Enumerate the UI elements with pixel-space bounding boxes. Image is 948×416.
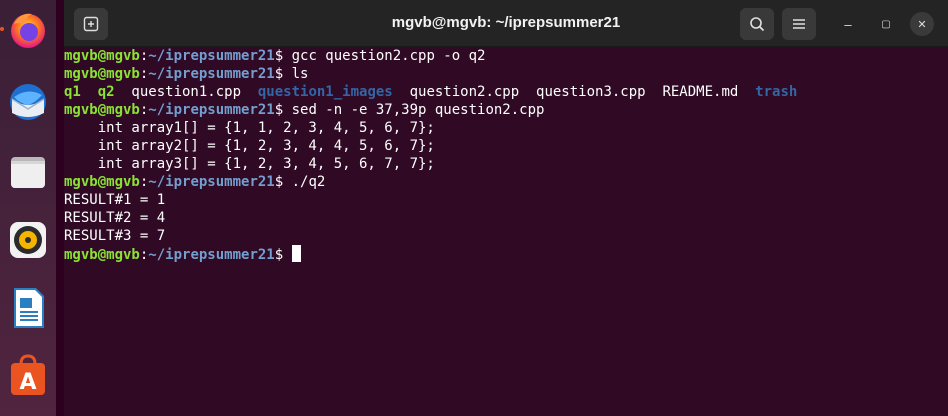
dock-item-software-center[interactable]: A xyxy=(6,354,50,398)
terminal-line: mgvb@mgvb:~/iprepsummer21$ xyxy=(64,245,948,263)
svg-text:A: A xyxy=(19,370,36,395)
libreoffice-writer-icon xyxy=(14,288,44,328)
dock-item-thunderbird[interactable] xyxy=(6,80,50,124)
output-text: RESULT#1 = 1 xyxy=(64,192,166,208)
prompt-path: ~/iprepsummer21 xyxy=(148,174,275,190)
minimize-icon: – xyxy=(844,16,852,32)
ls-file: question2.cpp question3.cpp README.md xyxy=(392,84,756,100)
prompt-user: mgvb@mgvb xyxy=(64,48,140,64)
prompt-path: ~/iprepsummer21 xyxy=(148,66,275,82)
prompt-symbol: $ xyxy=(274,174,292,190)
title-bar: mgvb@mgvb: ~/iprepsummer21 – ▢ ✕ xyxy=(64,0,948,47)
terminal-line: int array3[] = {1, 2, 3, 4, 5, 6, 7, 7}; xyxy=(64,155,948,173)
terminal-line: RESULT#3 = 7 xyxy=(64,227,948,245)
files-icon xyxy=(11,157,45,188)
search-button[interactable] xyxy=(740,8,774,40)
prompt-symbol: $ xyxy=(274,102,292,118)
output-text: int array3[] = {1, 2, 3, 4, 5, 6, 7, 7}; xyxy=(64,156,435,172)
output-text: RESULT#2 = 4 xyxy=(64,210,166,226)
thunderbird-icon xyxy=(10,84,46,120)
rhythmbox-icon xyxy=(10,222,46,258)
prompt-path: ~/iprepsummer21 xyxy=(148,247,275,263)
prompt-user: mgvb@mgvb xyxy=(64,66,140,82)
command-text: ./q2 xyxy=(291,174,326,190)
ls-file: question1.cpp xyxy=(114,84,258,100)
ls-file xyxy=(81,84,98,100)
output-text: RESULT#3 = 7 xyxy=(64,228,166,244)
dock-item-files[interactable] xyxy=(6,150,50,194)
prompt-symbol: $ xyxy=(274,48,292,64)
command-text: ls xyxy=(291,66,309,82)
terminal-line: RESULT#1 = 1 xyxy=(64,191,948,209)
terminal-line: mgvb@mgvb:~/iprepsummer21$ ./q2 xyxy=(64,173,948,191)
output-text: int array1[] = {1, 1, 2, 3, 4, 5, 6, 7}; xyxy=(64,120,435,136)
dock-item-libreoffice-writer[interactable] xyxy=(6,286,50,330)
ls-executable: q2 xyxy=(97,84,115,100)
prompt-user: mgvb@mgvb xyxy=(64,102,140,118)
menu-button[interactable] xyxy=(782,8,816,40)
firefox-icon xyxy=(11,13,45,48)
search-icon xyxy=(750,17,765,32)
terminal-line: RESULT#2 = 4 xyxy=(64,209,948,227)
prompt-symbol: $ xyxy=(274,66,292,82)
hamburger-menu-icon xyxy=(793,19,805,29)
terminal-line: q1 q2 question1.cpp question1_images que… xyxy=(64,83,948,101)
command-text: sed -n -e 37,39p question2.cpp xyxy=(291,102,545,118)
ls-directory: question1_images xyxy=(257,84,393,100)
minimize-button[interactable]: – xyxy=(836,12,860,36)
ls-directory: trash xyxy=(755,84,798,100)
prompt-user: mgvb@mgvb xyxy=(64,247,140,263)
close-button[interactable]: ✕ xyxy=(910,12,934,36)
terminal-line: mgvb@mgvb:~/iprepsummer21$ sed -n -e 37,… xyxy=(64,101,948,119)
command-text: gcc question2.cpp -o q2 xyxy=(291,48,486,64)
terminal-line: int array2[] = {1, 2, 3, 4, 4, 5, 6, 7}; xyxy=(64,137,948,155)
terminal-line: mgvb@mgvb:~/iprepsummer21$ gcc question2… xyxy=(64,47,948,65)
terminal-window: mgvb@mgvb: ~/iprepsummer21 – ▢ ✕ mgvb@mg… xyxy=(64,0,948,416)
prompt-user: mgvb@mgvb xyxy=(64,174,140,190)
close-icon: ✕ xyxy=(917,18,927,31)
software-center-icon: A xyxy=(11,354,45,395)
text-cursor xyxy=(291,245,301,262)
terminal-line: int array1[] = {1, 1, 2, 3, 4, 5, 6, 7}; xyxy=(64,119,948,137)
running-indicator xyxy=(0,27,4,31)
maximize-button[interactable]: ▢ xyxy=(874,12,898,36)
ls-executable: q1 xyxy=(64,84,81,100)
prompt-symbol: $ xyxy=(274,247,292,263)
dock: A xyxy=(0,0,56,416)
terminal-output[interactable]: mgvb@mgvb:~/iprepsummer21$ gcc question2… xyxy=(64,47,948,416)
prompt-path: ~/iprepsummer21 xyxy=(148,102,275,118)
output-text: int array2[] = {1, 2, 3, 4, 4, 5, 6, 7}; xyxy=(64,138,435,154)
dock-item-firefox[interactable] xyxy=(0,8,50,52)
terminal-line: mgvb@mgvb:~/iprepsummer21$ ls xyxy=(64,65,948,83)
maximize-icon: ▢ xyxy=(881,18,891,30)
dock-item-rhythmbox[interactable] xyxy=(6,218,50,262)
prompt-path: ~/iprepsummer21 xyxy=(148,48,275,64)
